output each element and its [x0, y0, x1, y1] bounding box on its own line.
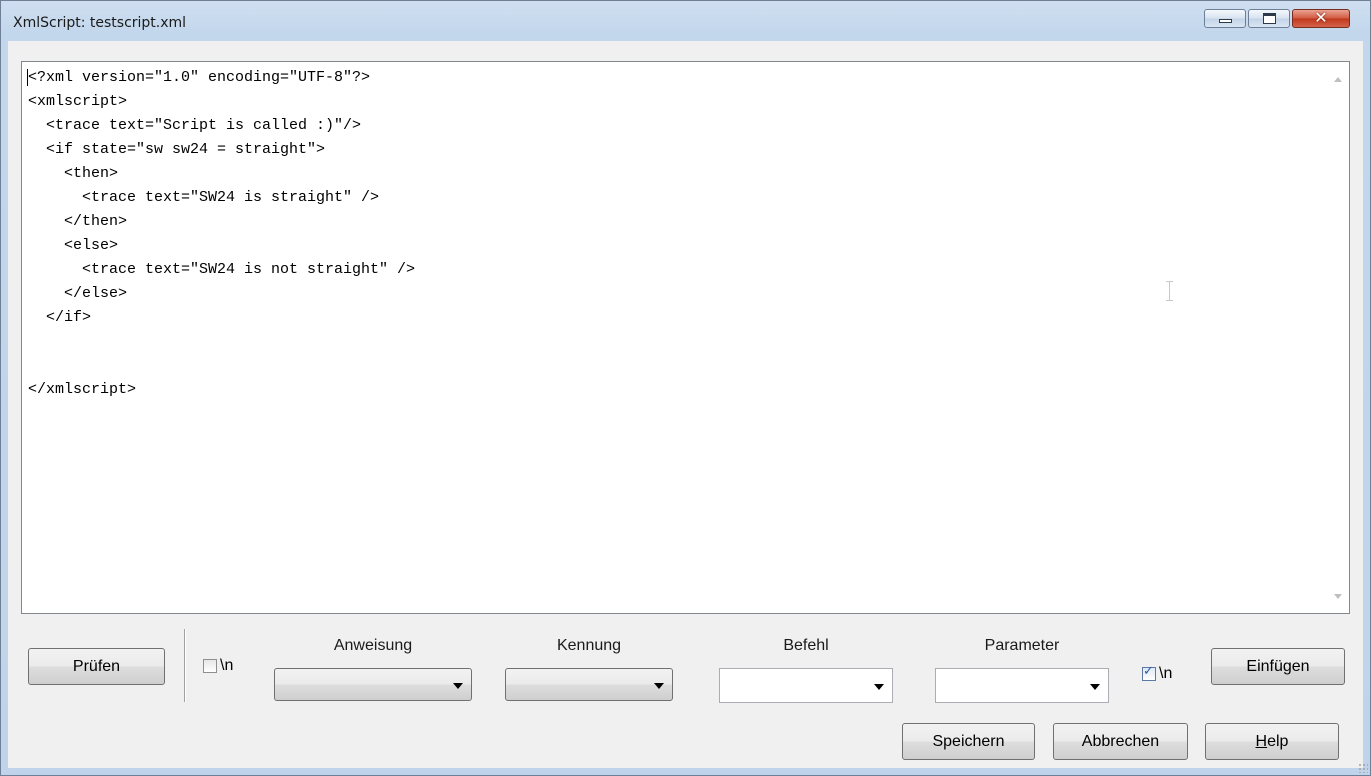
insert-button[interactable]: Einfügen [1211, 648, 1345, 685]
text-caret [27, 69, 28, 86]
code-line: <then> [28, 165, 119, 182]
code-line: </then> [28, 213, 128, 230]
code-line: <?xml version="1.0" encoding="UTF-8"?> [28, 69, 371, 86]
chevron-down-icon [654, 682, 664, 689]
chevron-down-icon [1090, 683, 1100, 690]
statement-label: Anweisung [333, 637, 413, 654]
minimize-button[interactable] [1204, 9, 1246, 28]
title-bar[interactable]: XmlScript: testscript.xml ✕ [1, 1, 1370, 41]
help-button-accelerator: H [1255, 732, 1268, 750]
window-title: XmlScript: testscript.xml [13, 15, 187, 31]
newline-after-toggle[interactable]: ✓ \n [1142, 664, 1173, 683]
code-line: <trace text="Script is called :)"/> [28, 117, 362, 134]
code-line: <xmlscript> [28, 93, 128, 110]
command-label: Befehl [783, 637, 829, 654]
code-line: <if state="sw sw24 = straight"> [28, 141, 326, 158]
chevron-down-icon [874, 683, 884, 690]
close-button[interactable]: ✕ [1292, 8, 1350, 28]
newline-before-checkbox[interactable] [203, 659, 217, 673]
scroll-down-arrow-icon[interactable] [1334, 594, 1342, 599]
cancel-button[interactable]: Abbrechen [1053, 723, 1188, 760]
statement-select[interactable] [274, 668, 472, 701]
code-line: </xmlscript> [28, 381, 137, 398]
newline-after-checkbox[interactable]: ✓ [1142, 664, 1156, 681]
resize-grip-icon[interactable] [1358, 763, 1368, 773]
code-line: <trace text="SW24 is straight" /> [28, 189, 380, 206]
close-icon: ✕ [1314, 8, 1328, 27]
command-combobox[interactable] [719, 668, 893, 703]
help-button[interactable]: Help [1205, 723, 1339, 760]
check-button[interactable]: Prüfen [28, 648, 165, 685]
xml-editor[interactable]: <?xml version="1.0" encoding="UTF-8"?> <… [21, 61, 1350, 614]
save-button[interactable]: Speichern [902, 723, 1035, 760]
newline-before-toggle[interactable]: \n [203, 657, 233, 675]
help-button-label: elp [1267, 732, 1289, 750]
minimize-icon [1219, 19, 1232, 23]
newline-before-label: \n [220, 657, 234, 674]
xml-code[interactable]: <?xml version="1.0" encoding="UTF-8"?> <… [28, 66, 415, 402]
code-line: </else> [28, 285, 128, 302]
code-line: <else> [28, 237, 119, 254]
parameter-label: Parameter [984, 637, 1060, 654]
parameter-combobox[interactable] [935, 668, 1109, 703]
maximize-button[interactable] [1248, 9, 1290, 28]
ibeam-cursor-icon [1165, 281, 1174, 301]
identifier-select[interactable] [505, 668, 673, 701]
toolbar-separator [184, 629, 186, 702]
code-line: </if> [28, 309, 92, 326]
checkmark-icon: ✓ [1143, 664, 1154, 679]
chevron-down-icon [453, 682, 463, 689]
newline-after-label: \n [1159, 665, 1173, 682]
identifier-label: Kennung [556, 637, 622, 654]
maximize-icon [1263, 13, 1276, 24]
scroll-up-arrow-icon[interactable] [1334, 77, 1342, 82]
code-line: <trace text="SW24 is not straight" /> [28, 261, 416, 278]
vertical-scrollbar[interactable] [1328, 62, 1349, 613]
